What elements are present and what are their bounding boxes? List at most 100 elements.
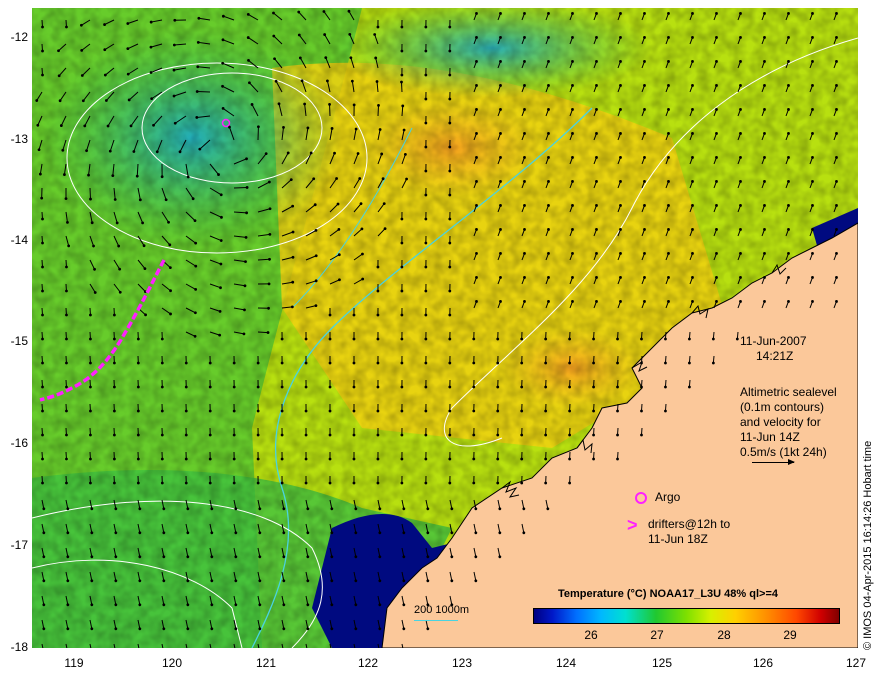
velocity-arrow-head: [337, 253, 341, 257]
velocity-arrow-head: [304, 433, 308, 437]
velocity-arrow-head: [401, 104, 405, 108]
velocity-arrow-head: [309, 151, 313, 155]
velocity-arrow-head: [571, 108, 574, 111]
velocity-arrow-head: [42, 531, 46, 535]
velocity-arrow-head: [66, 627, 70, 631]
velocity-arrow-head: [499, 300, 502, 303]
velocity-arrow-head: [208, 361, 212, 365]
velocity-arrow-head: [90, 507, 94, 511]
velocity-arrow-head: [496, 481, 500, 485]
velocity-arrow-head: [41, 265, 44, 269]
velocity-arrow-head: [376, 25, 380, 29]
velocity-arrow-head: [811, 132, 814, 135]
velocity-arrow-head: [568, 457, 572, 461]
velocity-arrow-head: [619, 132, 622, 135]
velocity-arrow-head: [280, 337, 284, 341]
velocity-arrow-head: [619, 180, 622, 183]
velocity-arrow-head: [499, 132, 502, 135]
velocity-arrow-head: [89, 313, 92, 317]
velocity-arrow-head: [58, 99, 62, 103]
velocity-arrow-head: [400, 217, 404, 221]
velocity-arrow-head: [424, 385, 428, 389]
velocity-arrow-head: [208, 457, 212, 461]
velocity-arrow-head: [523, 204, 526, 207]
velocity-arrow-head: [400, 265, 404, 269]
velocity-arrow-head: [523, 36, 526, 39]
velocity-arrow-head: [376, 289, 380, 293]
latitude-tick-label: -13: [10, 132, 28, 146]
velocity-arrow-head: [448, 169, 452, 173]
velocity-arrow-head: [402, 627, 406, 631]
sst-map[interactable]: [32, 8, 858, 648]
velocity-arrow-icon: [233, 186, 248, 189]
velocity-arrow-head: [87, 173, 90, 177]
velocity-arrow-head: [258, 555, 262, 559]
velocity-arrow-head: [186, 531, 190, 535]
velocity-arrow-head: [41, 361, 44, 365]
velocity-arrow-head: [186, 579, 190, 583]
longitude-tick-label: 121: [255, 656, 277, 670]
velocity-arrow-head: [40, 196, 44, 200]
velocity-arrow-head: [126, 22, 130, 25]
velocity-arrow-head: [256, 361, 260, 365]
velocity-arrow-head: [763, 204, 766, 207]
velocity-arrow-head: [85, 149, 88, 153]
velocity-arrow-head: [195, 116, 199, 119]
velocity-arrow-head: [739, 156, 742, 159]
velocity-arrow-head: [36, 123, 40, 127]
velocity-arrow-head: [210, 627, 214, 631]
velocity-arrow-head: [739, 276, 742, 279]
velocity-arrow-head: [66, 555, 70, 559]
velocity-arrow-head: [112, 361, 116, 365]
velocity-arrow-head: [90, 555, 94, 559]
velocity-arrow-head: [173, 121, 177, 125]
velocity-arrow-head: [242, 332, 246, 336]
velocity-arrow-head: [811, 228, 814, 231]
velocity-arrow-head: [186, 603, 190, 607]
velocity-arrow-head: [383, 227, 387, 231]
velocity-arrow-head: [592, 409, 595, 413]
velocity-arrow-head: [219, 262, 223, 266]
velocity-arrow-head: [715, 276, 718, 279]
velocity-arrow-head: [619, 300, 622, 303]
velocity-arrow-head: [162, 579, 166, 583]
velocity-arrow-head: [349, 56, 353, 60]
altimetry-line: 11-Jun 14Z: [740, 430, 800, 444]
velocity-arrow-head: [138, 579, 142, 583]
velocity-arrow-head: [89, 337, 92, 341]
velocity-arrow-head: [197, 16, 201, 20]
velocity-arrow-head: [282, 125, 285, 129]
velocity-arrow-head: [234, 603, 238, 607]
velocity-arrow-head: [167, 220, 170, 224]
velocity-arrow-head: [715, 180, 718, 183]
velocity-arrow-head: [378, 627, 382, 631]
velocity-arrow-head: [232, 385, 236, 389]
velocity-arrow-head: [640, 385, 643, 389]
velocity-arrow-head: [114, 603, 118, 607]
velocity-arrow-head: [448, 217, 452, 221]
velocity-arrow-head: [304, 337, 308, 341]
velocity-arrow-head: [475, 252, 478, 255]
velocity-arrow-head: [499, 180, 502, 183]
velocity-arrow-head: [763, 156, 766, 159]
velocity-arrow-head: [245, 157, 248, 161]
velocity-arrow-head: [112, 481, 116, 485]
velocity-arrow-head: [523, 228, 526, 231]
velocity-arrow-head: [547, 276, 550, 279]
velocity-arrow-head: [715, 300, 718, 303]
velocity-arrow-head: [352, 481, 356, 485]
velocity-arrow-icon: [400, 81, 403, 93]
velocity-arrow-head: [268, 207, 272, 211]
velocity-arrow-head: [103, 23, 106, 26]
velocity-arrow-head: [172, 68, 176, 72]
velocity-arrow-head: [65, 409, 68, 413]
velocity-arrow-head: [272, 34, 276, 38]
velocity-arrow-head: [643, 180, 646, 183]
velocity-arrow-head: [835, 60, 838, 63]
velocity-arrow-head: [248, 81, 251, 85]
velocity-arrow-head: [194, 264, 198, 268]
velocity-arrow-head: [376, 409, 380, 413]
velocity-arrow-head: [811, 60, 814, 63]
velocity-arrow-head: [89, 385, 92, 389]
velocity-arrow-head: [138, 555, 142, 559]
